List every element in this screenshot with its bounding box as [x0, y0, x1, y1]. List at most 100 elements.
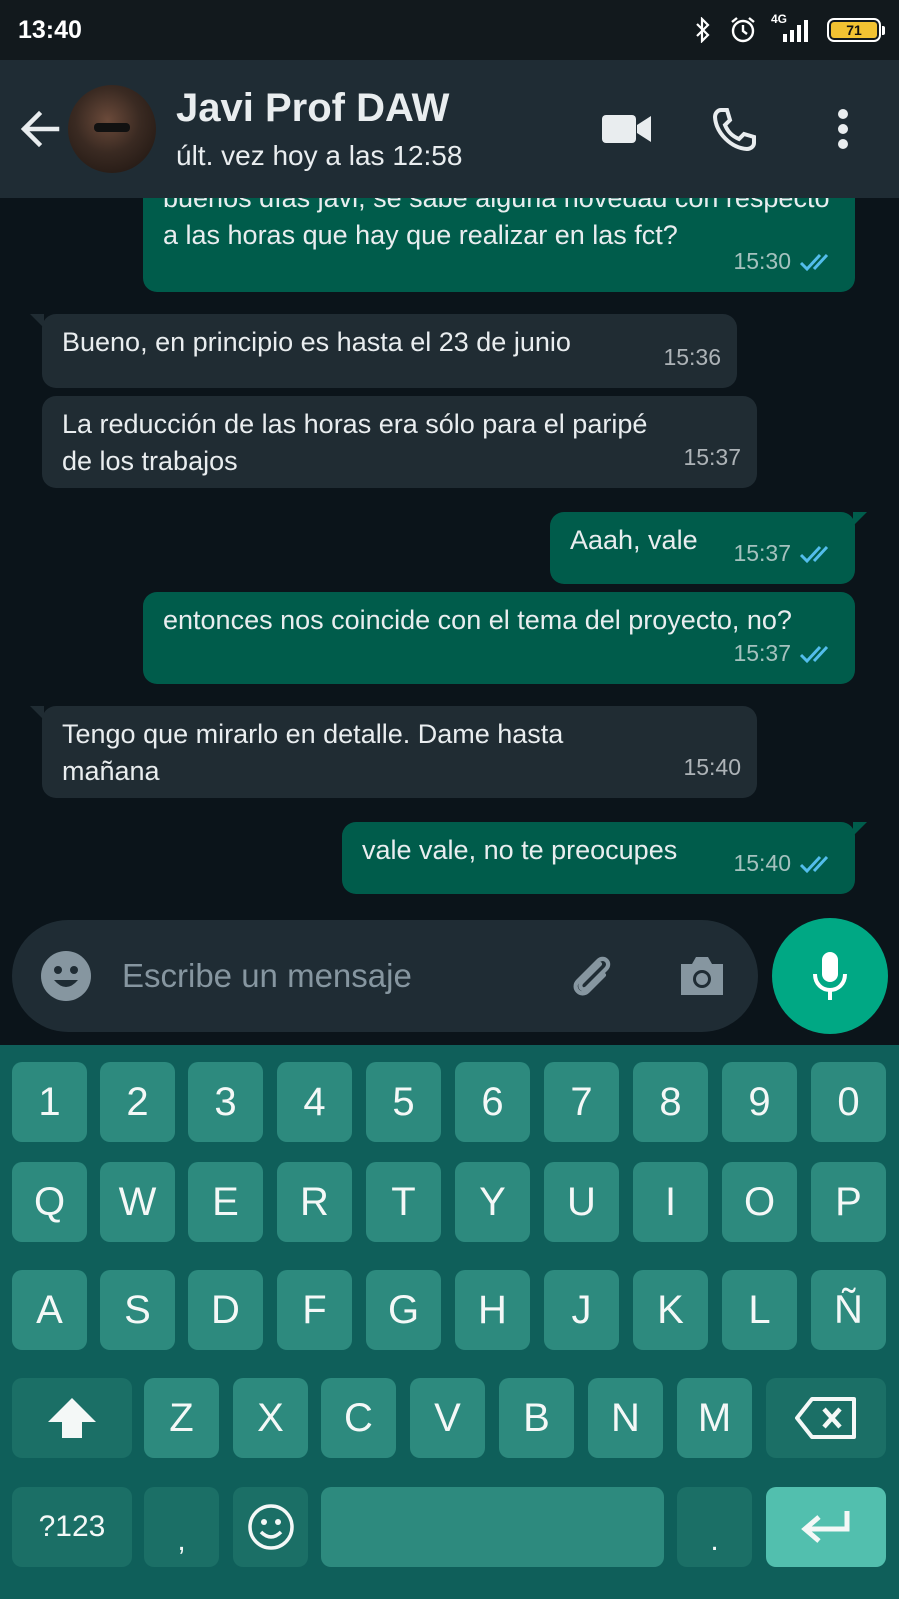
message-bubble-outgoing[interactable]: entonces nos coincide con el tema del pr… [143, 592, 855, 684]
key-7[interactable]: 7 [544, 1062, 619, 1142]
period-key[interactable]: . [677, 1487, 752, 1567]
message-text: Bueno, en principio es hasta el 23 de ju… [62, 327, 571, 357]
key-u[interactable]: U [544, 1162, 619, 1242]
key-r[interactable]: R [277, 1162, 352, 1242]
alarm-icon [729, 16, 757, 44]
comma-key[interactable]: , [144, 1487, 219, 1567]
message-meta: 15:37 [733, 535, 839, 572]
message-meta: 15:40 [683, 749, 741, 786]
double-check-icon [799, 545, 829, 563]
emoji-icon[interactable] [40, 950, 92, 1002]
key-2[interactable]: 2 [100, 1062, 175, 1142]
message-time: 15:37 [733, 540, 791, 566]
key-v[interactable]: V [410, 1378, 485, 1458]
message-bubble-incoming[interactable]: La reducción de las horas era sólo para … [42, 396, 757, 488]
message-bubble-outgoing[interactable]: vale vale, no te preocupes 15:40 [342, 822, 867, 894]
voice-call-icon[interactable] [709, 103, 761, 155]
shift-key[interactable] [12, 1378, 132, 1458]
backspace-icon [795, 1397, 856, 1439]
message-composer: Escribe un mensaje [12, 920, 758, 1032]
network-type: 4G [771, 12, 788, 26]
message-meta: 15:36 [663, 339, 721, 376]
key-g[interactable]: G [366, 1270, 441, 1350]
message-bubble-incoming[interactable]: Tengo que mirarlo en detalle. Dame hasta… [30, 706, 757, 798]
message-time: 15:30 [733, 248, 791, 274]
double-check-icon [799, 253, 829, 271]
message-text: entonces nos coincide con el tema del pr… [163, 605, 792, 635]
enter-icon [801, 1511, 850, 1543]
key-q[interactable]: Q [12, 1162, 87, 1242]
key-n-tilde[interactable]: Ñ [811, 1270, 886, 1350]
battery-level: 71 [831, 22, 877, 38]
key-5[interactable]: 5 [366, 1062, 441, 1142]
contact-name: Javi Prof DAW [176, 86, 450, 130]
more-options-icon[interactable] [817, 103, 869, 155]
key-d[interactable]: D [188, 1270, 263, 1350]
key-t[interactable]: T [366, 1162, 441, 1242]
key-y[interactable]: Y [455, 1162, 530, 1242]
avatar[interactable] [68, 85, 156, 173]
key-l[interactable]: L [722, 1270, 797, 1350]
key-o[interactable]: O [722, 1162, 797, 1242]
key-8[interactable]: 8 [633, 1062, 708, 1142]
key-m[interactable]: M [677, 1378, 752, 1458]
key-a[interactable]: A [12, 1270, 87, 1350]
key-9[interactable]: 9 [722, 1062, 797, 1142]
key-1[interactable]: 1 [12, 1062, 87, 1142]
key-j[interactable]: J [544, 1270, 619, 1350]
last-seen-status: últ. vez hoy a las 12:58 [176, 140, 463, 171]
back-arrow-icon[interactable] [16, 105, 64, 153]
backspace-key[interactable] [766, 1378, 886, 1458]
message-bubble-incoming[interactable]: Bueno, en principio es hasta el 23 de ju… [30, 314, 737, 388]
message-time: 15:36 [663, 344, 721, 370]
double-check-icon [799, 855, 829, 873]
enter-key[interactable] [766, 1487, 886, 1567]
emoji-key[interactable] [233, 1487, 308, 1567]
key-h[interactable]: H [455, 1270, 530, 1350]
message-list[interactable]: buenos días javi, se sabe alguna novedad… [0, 198, 899, 920]
key-x[interactable]: X [233, 1378, 308, 1458]
key-b[interactable]: B [499, 1378, 574, 1458]
camera-icon[interactable] [674, 948, 730, 1004]
message-text: vale vale, no te preocupes [362, 835, 678, 865]
key-f[interactable]: F [277, 1270, 352, 1350]
message-time: 15:37 [733, 640, 791, 666]
shift-icon [48, 1398, 96, 1438]
status-time: 13:40 [18, 15, 82, 44]
soft-keyboard: 1 2 3 4 5 6 7 8 9 0 Q W E R T Y U I O P … [0, 1045, 899, 1599]
status-bar: 13:40 4G 71 [0, 0, 899, 60]
key-c[interactable]: C [321, 1378, 396, 1458]
message-meta: 15:40 [733, 845, 839, 882]
message-text: buenos días javi, se sabe alguna novedad… [163, 198, 830, 250]
symbols-key[interactable]: ?123 [12, 1487, 132, 1567]
message-input[interactable]: Escribe un mensaje [122, 957, 564, 995]
key-z[interactable]: Z [144, 1378, 219, 1458]
message-time: 15:37 [683, 444, 741, 470]
key-p[interactable]: P [811, 1162, 886, 1242]
attach-icon[interactable] [564, 948, 620, 1004]
mic-icon [813, 952, 847, 1000]
message-meta: 15:37 [683, 439, 741, 476]
message-bubble-outgoing[interactable]: Aaah, vale 15:37 [550, 512, 867, 584]
key-4[interactable]: 4 [277, 1062, 352, 1142]
message-meta: 15:30 [733, 243, 839, 280]
mic-button[interactable] [772, 918, 888, 1034]
key-k[interactable]: K [633, 1270, 708, 1350]
message-time: 15:40 [683, 754, 741, 780]
key-w[interactable]: W [100, 1162, 175, 1242]
double-check-icon [799, 645, 829, 663]
space-key[interactable] [321, 1487, 664, 1567]
key-s[interactable]: S [100, 1270, 175, 1350]
key-6[interactable]: 6 [455, 1062, 530, 1142]
key-n[interactable]: N [588, 1378, 663, 1458]
key-0[interactable]: 0 [811, 1062, 886, 1142]
key-3[interactable]: 3 [188, 1062, 263, 1142]
message-bubble-outgoing[interactable]: buenos días javi, se sabe alguna novedad… [143, 198, 855, 292]
signal-icon: 4G [769, 12, 815, 44]
contact-info[interactable]: Javi Prof DAW últ. vez hoy a las 12:58 [176, 86, 462, 172]
key-i[interactable]: I [633, 1162, 708, 1242]
message-meta: 15:37 [733, 635, 839, 672]
video-call-icon[interactable] [601, 103, 653, 155]
key-e[interactable]: E [188, 1162, 263, 1242]
message-text: La reducción de las horas era sólo para … [62, 409, 648, 476]
